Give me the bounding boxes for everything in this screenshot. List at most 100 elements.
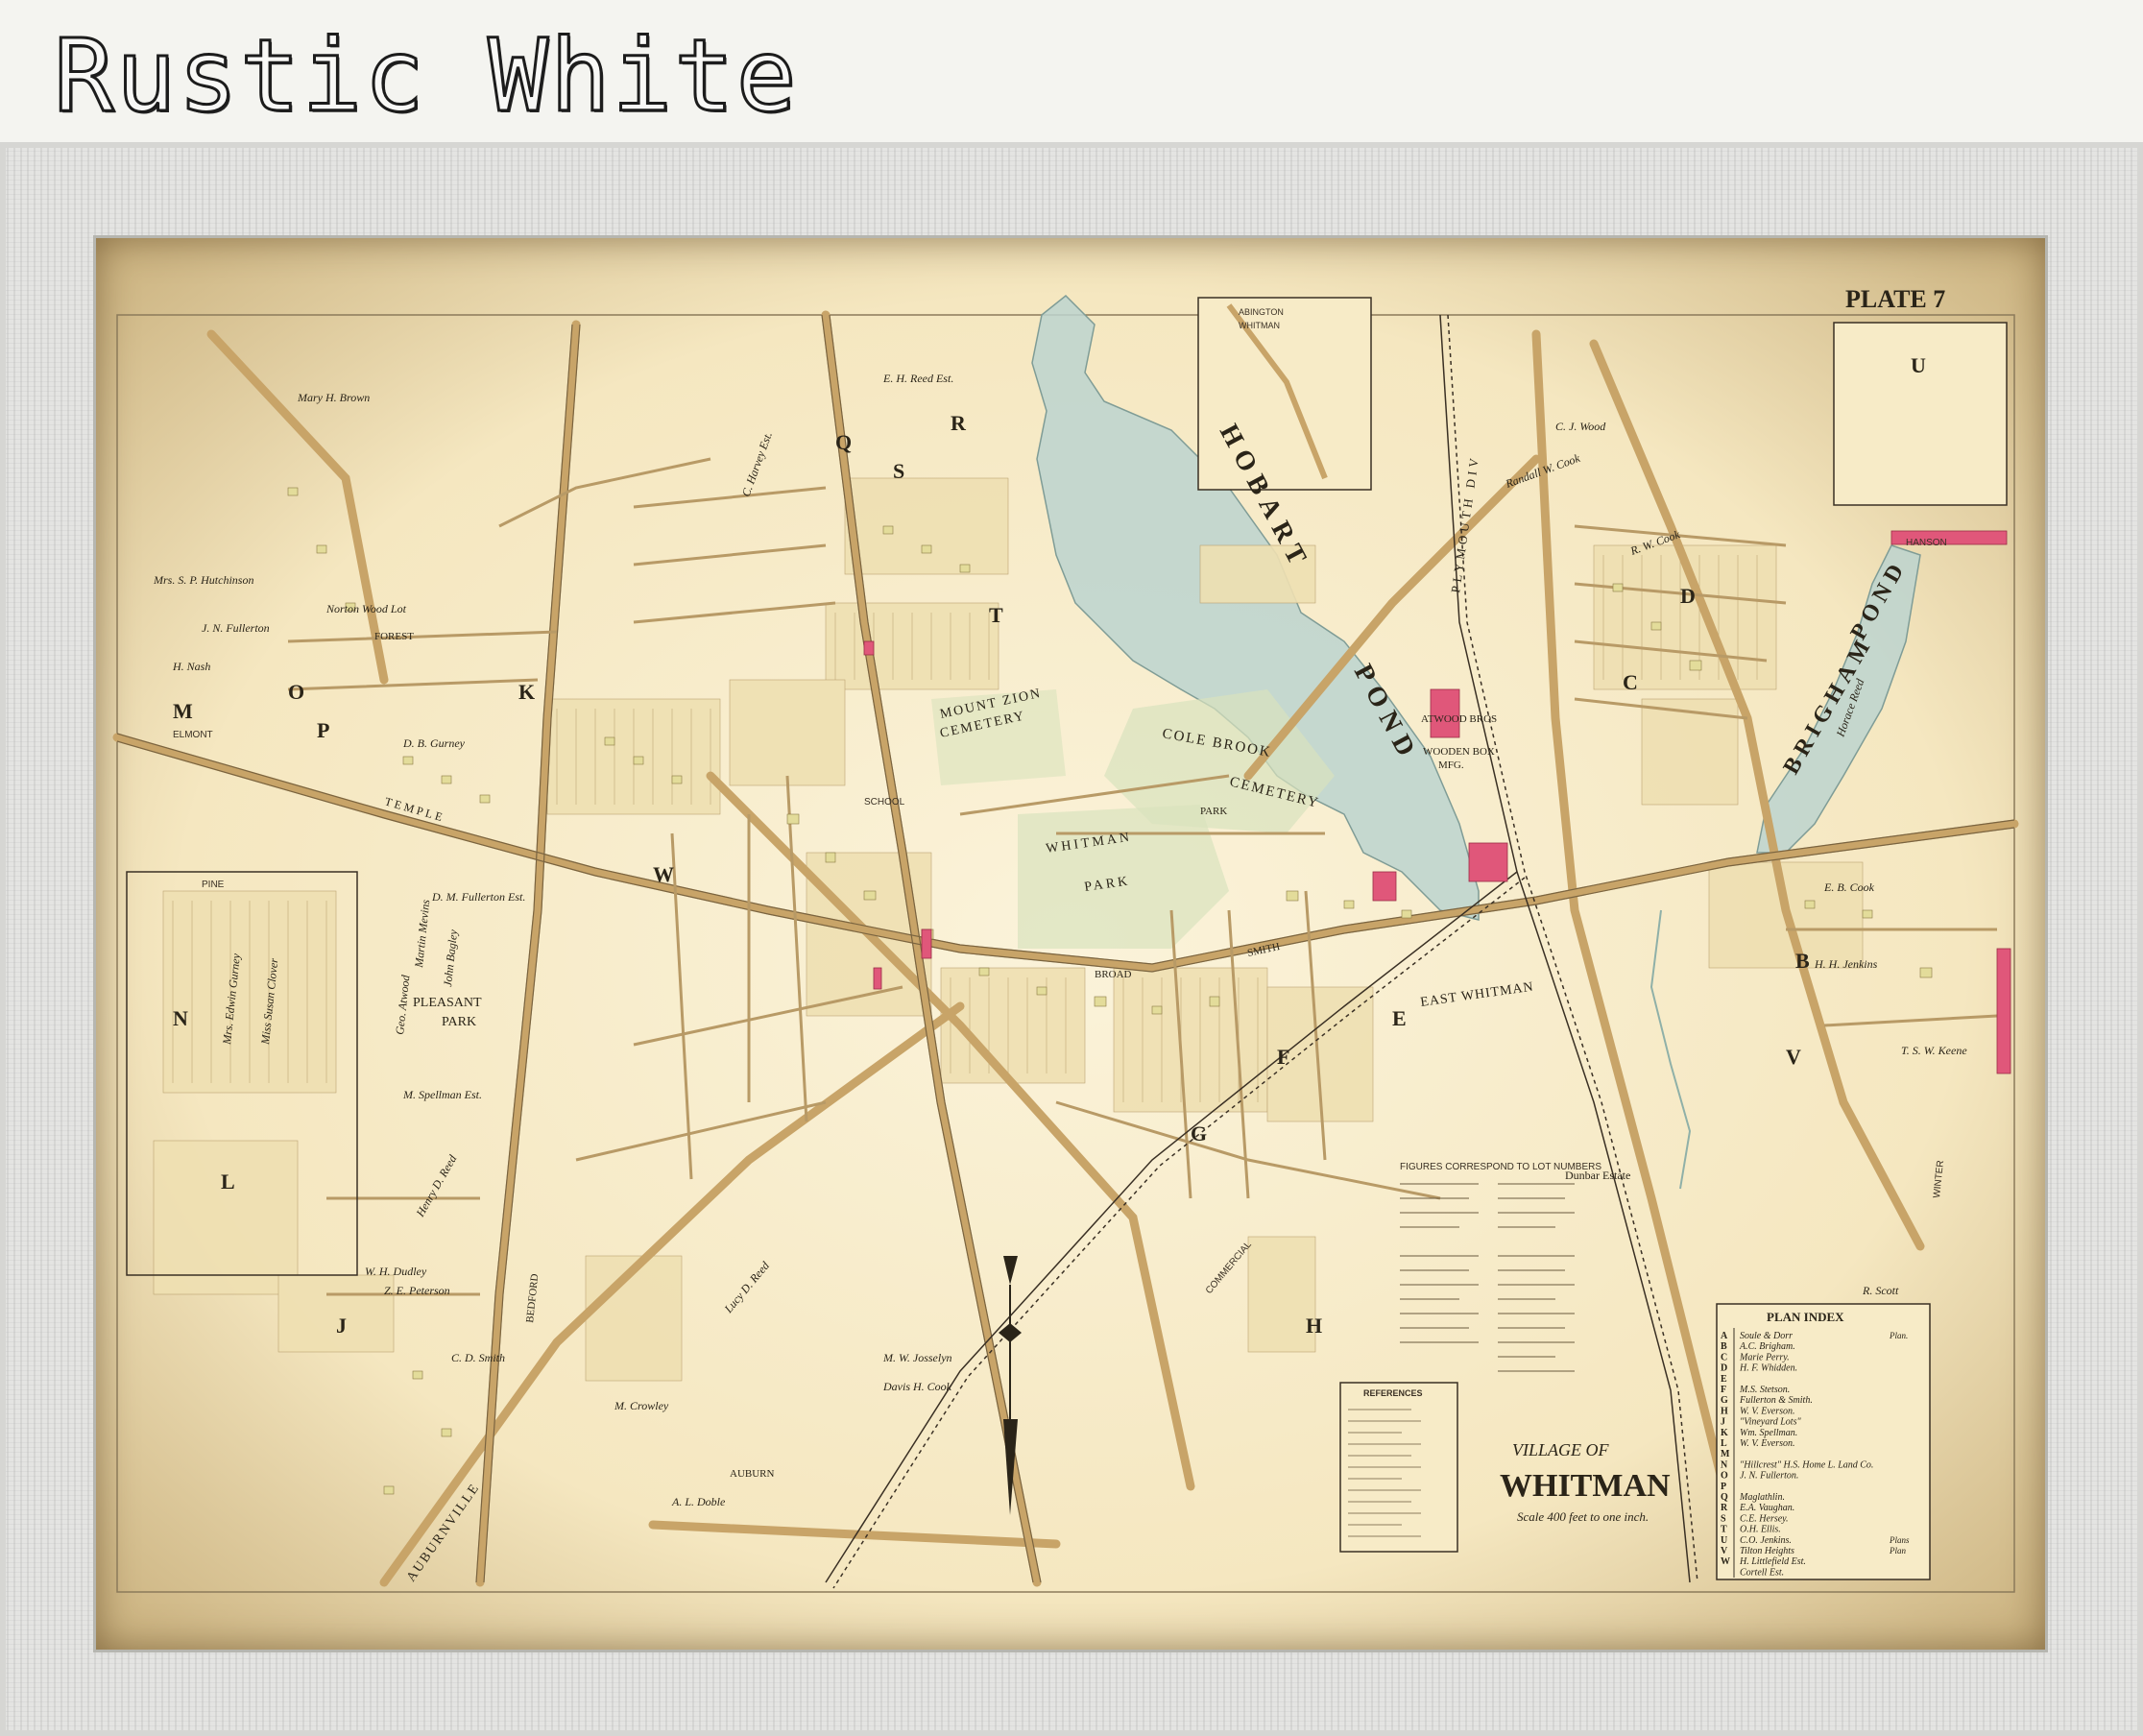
frame-style-title: Rustic White [52, 16, 799, 136]
plan-index-name: Marie Perry. [1739, 1352, 1790, 1362]
grid-letter: J [336, 1314, 347, 1338]
plan-index-letter: K [1721, 1428, 1728, 1438]
grid-letter: K [518, 680, 535, 704]
plan-index-name: O.H. Ellis. [1740, 1525, 1781, 1535]
owner-label: H. H. Jenkins [1814, 957, 1878, 971]
plan-index-letter: Q [1721, 1492, 1728, 1503]
plan-index-title: PLAN INDEX [1767, 1310, 1844, 1324]
plan-index-name: H. Littlefield Est. [1739, 1556, 1806, 1567]
owner-label: Lucy D. Reed [721, 1258, 773, 1315]
grid-letter: W [653, 862, 674, 886]
broad-st-label: BROAD [1095, 969, 1132, 980]
plan-index-name: M.S. Stetson. [1739, 1385, 1790, 1395]
owner-label: M. Spellman Est. [402, 1088, 482, 1101]
plan-index-letter: O [1721, 1471, 1728, 1482]
map-scale: Scale 400 feet to one inch. [1517, 1509, 1649, 1524]
owner-label: D. M. Fullerton Est. [431, 890, 525, 904]
references-legend: REFERENCES [1339, 1382, 1458, 1553]
owner-label: R. Scott [1862, 1284, 1899, 1297]
plan-index-letter: P [1721, 1482, 1726, 1492]
plan-index-note: Plans [1889, 1535, 1910, 1545]
grid-letter: H [1306, 1314, 1322, 1338]
wooden-box-label: WOODEN BOX [1423, 746, 1495, 758]
plan-index-name: W. V. Everson. [1740, 1406, 1795, 1416]
plan-index-letter: L [1721, 1438, 1727, 1449]
plan-index-note: Plan. [1889, 1331, 1908, 1340]
owner-label: W. H. Dudley [365, 1265, 427, 1278]
plan-index: PLAN INDEX A Soule & Dorr Plan. B A.C. Brigh… [1716, 1303, 1931, 1580]
owner-label: J. N. Fullerton [202, 621, 270, 635]
plan-index-letter: M [1721, 1449, 1730, 1459]
plan-index-letter: E [1721, 1374, 1727, 1385]
whitman-map: ABINGTON WHITMAN HANSON PINE PLATE 7 HOB… [112, 285, 2019, 1593]
brook [1649, 909, 1692, 1190]
plan-index-letter: N [1721, 1459, 1728, 1470]
plan-index-name: Wm. Spellman. [1740, 1428, 1797, 1438]
plan-index-letter: R [1721, 1503, 1728, 1513]
plan-index-name: Fullerton & Smith. [1739, 1395, 1813, 1406]
plan-index-name: A.C. Brigham. [1739, 1341, 1795, 1352]
grid-letter: R [951, 411, 967, 435]
owner-label: C. Harvey Est. [739, 430, 775, 498]
owner-label: Davis H. Cook [882, 1380, 952, 1393]
plan-index-letter: H [1721, 1406, 1728, 1416]
header-banner: Rustic White [0, 0, 2143, 142]
owner-label: Mrs. S. P. Hutchinson [153, 573, 253, 587]
plan-index-letter: F [1721, 1385, 1726, 1395]
grid-letter: D [1680, 584, 1696, 608]
owner-label: C. J. Wood [1555, 420, 1606, 433]
grid-letter: B [1795, 949, 1810, 973]
atwood-bros-label: ATWOOD BROS [1421, 713, 1497, 725]
owner-label: Norton Wood Lot [325, 602, 407, 615]
grid-letter: G [1191, 1121, 1207, 1145]
plan-index-letter: W [1721, 1556, 1730, 1567]
plan-index-letter: B [1721, 1341, 1727, 1352]
grid-letter: Q [835, 430, 852, 454]
plan-index-name: "Vineyard Lots" [1740, 1417, 1801, 1428]
lot-figures-note: FIGURES CORRESPOND TO LOT NUMBERS [1400, 1162, 1601, 1372]
owner-label: Geo. Atwood [393, 974, 413, 1036]
owner-label: M. W. Josselyn [882, 1351, 952, 1364]
pine-st-label: PINE [202, 880, 225, 890]
grid-letter: S [893, 459, 904, 483]
grid-letter: M [173, 699, 193, 723]
plan-index-letter: S [1721, 1513, 1726, 1524]
owner-label: E. B. Cook [1823, 880, 1875, 894]
bedford-st-label: BEDFORD [524, 1273, 541, 1323]
plan-index-letter: D [1721, 1363, 1727, 1374]
auburn-st-label: AUBURN [730, 1468, 775, 1480]
inset-whitman-label: WHITMAN [1239, 321, 1280, 330]
pleasant-park-label-2: PARK [442, 1015, 476, 1029]
plan-index-name: E.A. Vaughan. [1739, 1503, 1794, 1513]
grid-letter: O [288, 680, 304, 704]
grid-letter: F [1277, 1045, 1289, 1069]
plan-index-name: W. V. Everson. [1740, 1438, 1795, 1449]
owner-label: John Bagley [441, 928, 460, 987]
plan-index-name: Cortell Est. [1740, 1567, 1784, 1578]
plate-number: PLATE 7 [1845, 285, 1945, 313]
plan-index-name: H. F. Whidden. [1739, 1363, 1797, 1374]
grid-letter: E [1392, 1006, 1407, 1030]
owner-label: Henry D. Reed [413, 1152, 460, 1220]
owner-label: A. L. Doble [671, 1495, 726, 1508]
plan-index-letter: A [1721, 1331, 1728, 1341]
plan-index-letter: C [1721, 1352, 1727, 1362]
owner-label: H. Nash [172, 660, 210, 673]
grid-letter: U [1911, 353, 1926, 377]
school-label: SCHOOL [864, 797, 905, 808]
grid-letter: T [989, 603, 1003, 627]
elmont-label: ELMONT [173, 730, 213, 740]
grid-letter: P [317, 718, 329, 742]
plan-index-letter: U [1721, 1535, 1727, 1546]
grid-letter: N [173, 1006, 188, 1030]
winter-st-label: WINTER [1932, 1160, 1946, 1198]
plan-index-letter: V [1721, 1546, 1728, 1556]
plan-index-name: J. N. Fullerton. [1740, 1471, 1798, 1482]
map-title-line2: WHITMAN [1500, 1468, 1671, 1504]
map-title-line1: VILLAGE OF [1512, 1440, 1609, 1459]
owner-label: E. H. Reed Est. [882, 372, 953, 385]
plan-index-name: Maglathlin. [1739, 1492, 1785, 1503]
east-whitman-label: EAST WHITMAN [1419, 980, 1534, 1010]
plan-index-letter: J [1721, 1417, 1725, 1428]
owner-label: C. D. Smith [451, 1351, 505, 1364]
